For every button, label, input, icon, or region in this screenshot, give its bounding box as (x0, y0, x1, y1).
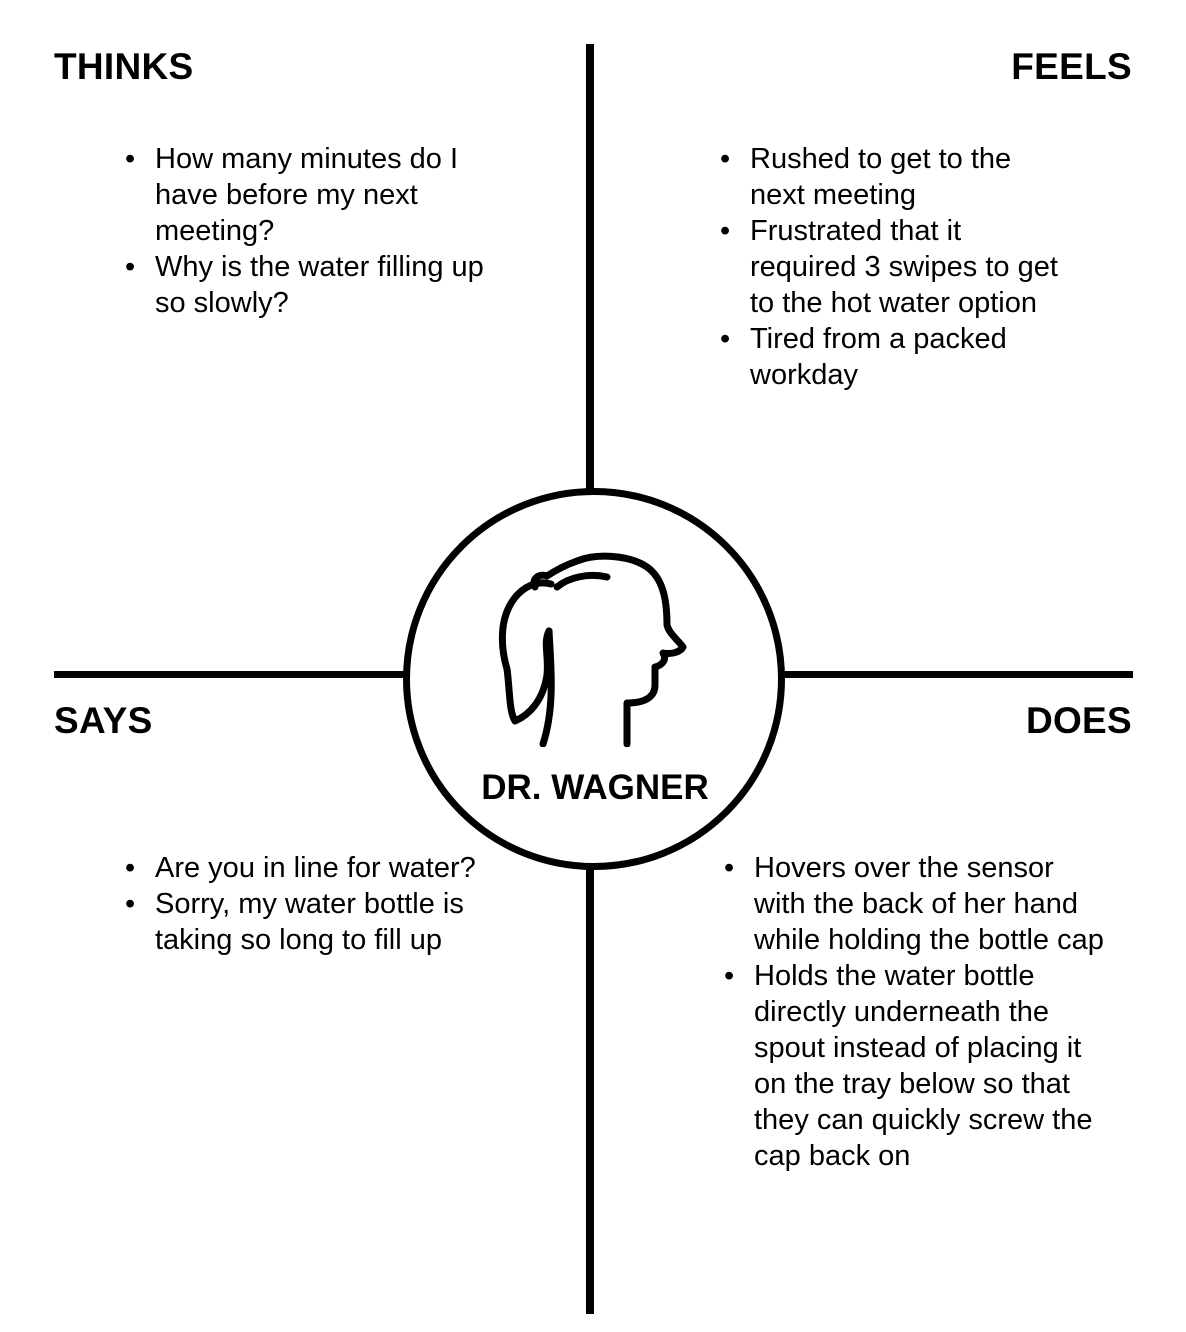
thinks-heading: THINKS (54, 46, 194, 87)
woman-profile-ponytail-icon (498, 552, 687, 747)
feels-item: Tired from a packed workday (720, 321, 1060, 393)
says-list: Are you in line for water? Sorry, my wat… (125, 850, 495, 958)
feels-item: Rushed to get to the next meeting (720, 141, 1060, 213)
says-item: Are you in line for water? (125, 850, 495, 886)
feels-heading: FEELS (1011, 46, 1132, 87)
feels-item: Frustrated that it required 3 swipes to … (720, 213, 1060, 321)
divider-horizontal-left (54, 671, 408, 678)
divider-horizontal-right (780, 671, 1133, 678)
does-list: Hovers over the sensor with the back of … (724, 850, 1104, 1174)
thinks-item: Why is the water filling up so slowly? (125, 249, 495, 321)
divider-vertical-top (586, 44, 594, 494)
does-heading: DOES (1025, 700, 1132, 741)
says-heading: SAYS (54, 700, 153, 741)
thinks-list: How many minutes do I have before my nex… (125, 141, 495, 321)
empathy-map: THINKS FEELS SAYS DOES How many minutes … (0, 0, 1186, 1332)
persona-name: DR. WAGNER (481, 768, 709, 807)
does-item: Hovers over the sensor with the back of … (724, 850, 1104, 958)
thinks-item: How many minutes do I have before my nex… (125, 141, 495, 249)
divider-vertical-bottom (586, 862, 594, 1314)
feels-list: Rushed to get to the next meeting Frustr… (720, 141, 1060, 393)
does-item: Holds the water bottle directly undernea… (724, 958, 1104, 1174)
says-item: Sorry, my water bottle is taking so long… (125, 886, 495, 958)
